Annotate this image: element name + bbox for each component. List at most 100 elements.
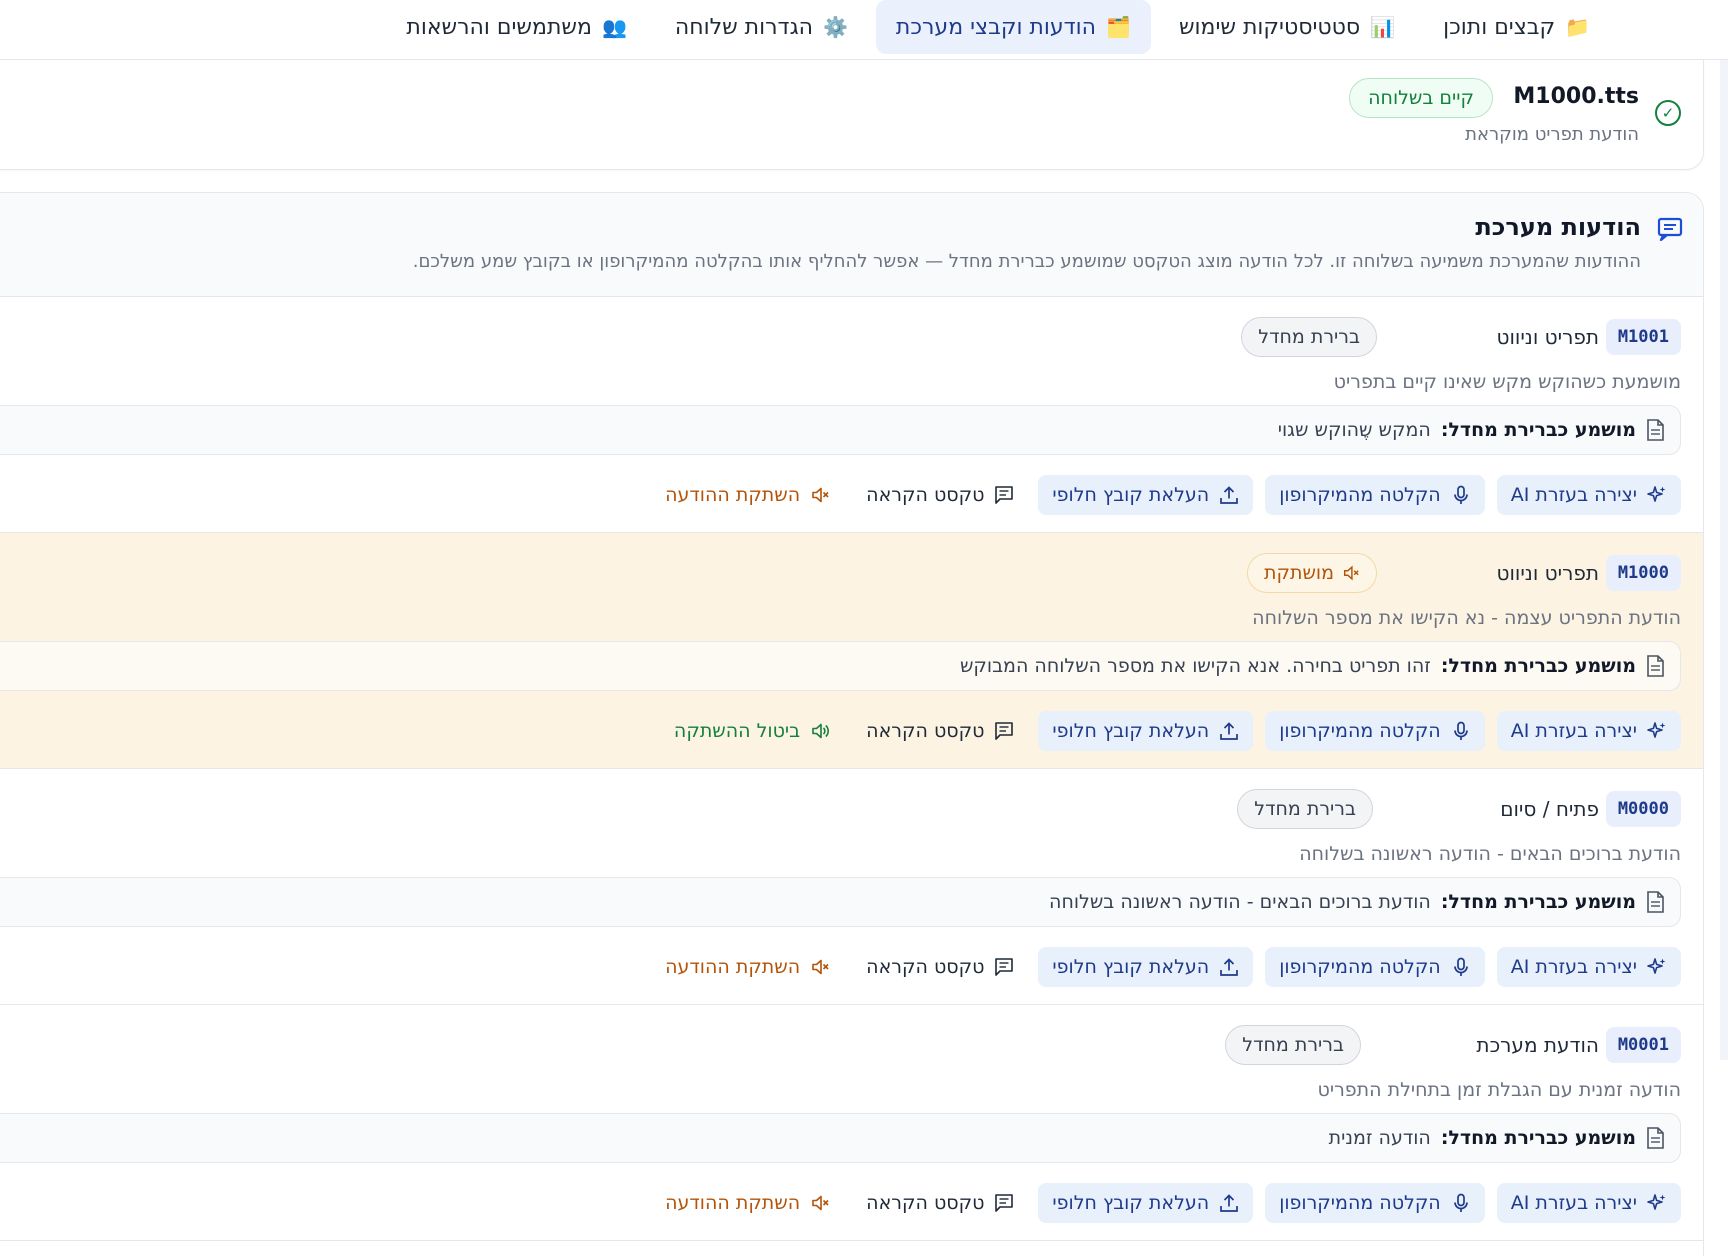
upload-file-button[interactable]: העלאת קובץ חלופי	[1038, 1183, 1254, 1223]
message-square-icon	[1657, 217, 1683, 241]
record-mic-button[interactable]: הקלטה מהמיקרופון	[1265, 711, 1485, 751]
mute-button[interactable]: השתקת ההודעה	[653, 475, 842, 515]
default-text-label: מושמע כברירת מחדל:	[1440, 891, 1636, 913]
messages-list: M1001 תפריט וניווט ברירת מחדל מושמעת כשה…	[0, 297, 1703, 1241]
default-text-value: זהו תפריט בחירה. אנא הקישו את מספר השלוח…	[959, 655, 1431, 677]
message-actions: יצירה בעזרת AI הקלטה מהמיקרופון העלאת קו…	[653, 947, 1681, 987]
default-text-box: מושמע כברירת מחדל: המקש שֶהוקש שגוי	[0, 405, 1681, 455]
panel-description: ההודעות שהמערכת משמיעה בשלוחה זו. לכל הו…	[412, 251, 1641, 272]
upload-file-button[interactable]: העלאת קובץ חלופי	[1038, 475, 1254, 515]
users-icon: 👥	[601, 15, 627, 39]
microphone-icon	[1453, 485, 1468, 504]
gear-icon: ⚙️	[823, 15, 848, 39]
tts-text-button[interactable]: טקסט הקראה	[854, 947, 1026, 987]
scrollbar[interactable]	[1720, 60, 1728, 1060]
mute-button[interactable]: השתקת ההודעה	[653, 947, 842, 987]
microphone-icon	[1453, 721, 1468, 740]
record-mic-label: הקלטה מהמיקרופון	[1279, 1192, 1441, 1214]
volume-icon	[812, 1195, 829, 1211]
upload-file-label: העלאת קובץ חלופי	[1052, 484, 1210, 506]
message-description: מושמעת כשהוקש מקש שאינו קיים בתפריט	[1333, 371, 1681, 393]
upload-file-button[interactable]: העלאת קובץ חלופי	[1038, 947, 1254, 987]
bar-chart-icon: 📊	[1370, 15, 1396, 39]
default-text-value: המקש שֶהוקש שגוי	[1277, 419, 1431, 441]
ai-generate-label: יצירה בעזרת AI	[1510, 720, 1637, 742]
ai-generate-label: יצירה בעזרת AI	[1510, 484, 1637, 506]
mute-button[interactable]: השתקת ההודעה	[653, 1183, 842, 1223]
sparkles-icon	[1647, 722, 1666, 738]
tab-files-content[interactable]: 📁 קבצים ותוכן	[1423, 0, 1610, 54]
unmute-button[interactable]: ביטול ההשתקה	[662, 711, 842, 751]
mute-toggle-label: ביטול ההשתקה	[673, 720, 801, 742]
upload-icon	[1220, 722, 1239, 740]
tts-text-label: טקסט הקראה	[866, 956, 985, 978]
mute-toggle-label: השתקת ההודעה	[665, 956, 801, 978]
card-index-icon: 🗂️	[1106, 15, 1131, 39]
file-subtitle: הודעת תפריט מוקראת	[1465, 124, 1639, 145]
sparkles-icon	[1647, 486, 1666, 502]
tts-text-label: טקסט הקראה	[866, 720, 985, 742]
document-icon	[1647, 891, 1664, 913]
upload-icon	[1220, 958, 1239, 976]
record-mic-label: הקלטה מהמיקרופון	[1279, 720, 1441, 742]
default-text-label: מושמע כברירת מחדל:	[1440, 419, 1636, 441]
message-row: M1000 תפריט וניווט מושתקת הודעת התפריט ע…	[0, 533, 1703, 769]
record-mic-button[interactable]: הקלטה מהמיקרופון	[1265, 947, 1485, 987]
panel-header: הודעות מערכת ההודעות שהמערכת משמיעה בשלו…	[0, 193, 1703, 297]
message-category: תפריט וניווט	[1496, 561, 1599, 585]
upload-file-button[interactable]: העלאת קובץ חלופי	[1038, 711, 1254, 751]
ai-generate-button[interactable]: יצירה בעזרת AI	[1496, 475, 1681, 515]
status-label: מושתקת	[1264, 562, 1334, 584]
volume-mute-icon	[1343, 565, 1359, 581]
tab-label: משתמשים והרשאות	[406, 14, 592, 40]
folder-icon: 📁	[1565, 15, 1590, 39]
message-text-icon	[995, 722, 1014, 740]
record-mic-button[interactable]: הקלטה מהמיקרופון	[1265, 1183, 1485, 1223]
record-mic-label: הקלטה מהמיקרופון	[1279, 484, 1441, 506]
document-icon	[1647, 1127, 1664, 1149]
message-text-icon	[995, 486, 1014, 504]
volume-icon	[812, 723, 830, 739]
default-text-value: הודעת ברוכים הבאים - הודעה ראשונה בשלוחה	[1049, 891, 1431, 913]
message-actions: יצירה בעזרת AI הקלטה מהמיקרופון העלאת קו…	[662, 711, 1681, 751]
ai-generate-label: יצירה בעזרת AI	[1510, 956, 1637, 978]
tab-users-permissions[interactable]: 👥 משתמשים והרשאות	[386, 0, 646, 54]
tab-label: סטטיסטיקות שימוש	[1178, 14, 1361, 40]
tab-label: הגדרות שלוחה	[674, 14, 814, 40]
document-icon	[1647, 655, 1664, 677]
tab-extension-settings[interactable]: ⚙️ הגדרות שלוחה	[655, 0, 868, 54]
message-code: M1001	[1605, 319, 1681, 355]
upload-file-label: העלאת קובץ חלופי	[1052, 956, 1210, 978]
message-description: הודעה זמנית עם הגבלת זמן בתחילת התפריט	[1317, 1079, 1682, 1101]
sparkles-icon	[1647, 958, 1666, 974]
tts-text-button[interactable]: טקסט הקראה	[854, 1183, 1026, 1223]
default-text-box: מושמע כברירת מחדל: זהו תפריט בחירה. אנא …	[0, 641, 1681, 691]
ai-generate-button[interactable]: יצירה בעזרת AI	[1496, 711, 1681, 751]
tts-text-label: טקסט הקראה	[866, 484, 985, 506]
message-description: הודעת ברוכים הבאים - הודעה ראשונה בשלוחה	[1299, 843, 1681, 865]
tab-system-messages[interactable]: 🗂️ הודעות וקבצי מערכת	[875, 0, 1151, 54]
upload-icon	[1220, 1194, 1239, 1212]
sparkles-icon	[1647, 1194, 1666, 1210]
tts-text-button[interactable]: טקסט הקראה	[854, 475, 1026, 515]
mute-toggle-label: השתקת ההודעה	[665, 484, 801, 506]
tab-label: הודעות וקבצי מערכת	[895, 14, 1097, 40]
ai-generate-button[interactable]: יצירה בעזרת AI	[1496, 947, 1681, 987]
message-category: פתיח / סיום	[1500, 797, 1599, 821]
document-icon	[1647, 419, 1664, 441]
mute-toggle-label: השתקת ההודעה	[665, 1192, 801, 1214]
message-text-icon	[995, 958, 1014, 976]
tts-text-button[interactable]: טקסט הקראה	[854, 711, 1026, 751]
tab-usage-stats[interactable]: 📊 סטטיסטיקות שימוש	[1159, 0, 1415, 54]
volume-icon	[812, 487, 829, 503]
message-status-badge: ברירת מחדל	[1241, 317, 1377, 357]
message-actions: יצירה בעזרת AI הקלטה מהמיקרופון העלאת קו…	[653, 475, 1681, 515]
tts-text-label: טקסט הקראה	[866, 1192, 985, 1214]
ai-generate-label: יצירה בעזרת AI	[1510, 1192, 1637, 1214]
file-status-card: ✓ M1000.tts קיים בשלוחה הודעת תפריט מוקר…	[0, 60, 1704, 170]
top-navigation: 📁 קבצים ותוכן 📊 סטטיסטיקות שימוש 🗂️ הודע…	[0, 0, 1728, 60]
upload-icon	[1220, 486, 1239, 504]
message-status-badge: ברירת מחדל	[1237, 789, 1373, 829]
record-mic-button[interactable]: הקלטה מהמיקרופון	[1265, 475, 1485, 515]
ai-generate-button[interactable]: יצירה בעזרת AI	[1496, 1183, 1681, 1223]
